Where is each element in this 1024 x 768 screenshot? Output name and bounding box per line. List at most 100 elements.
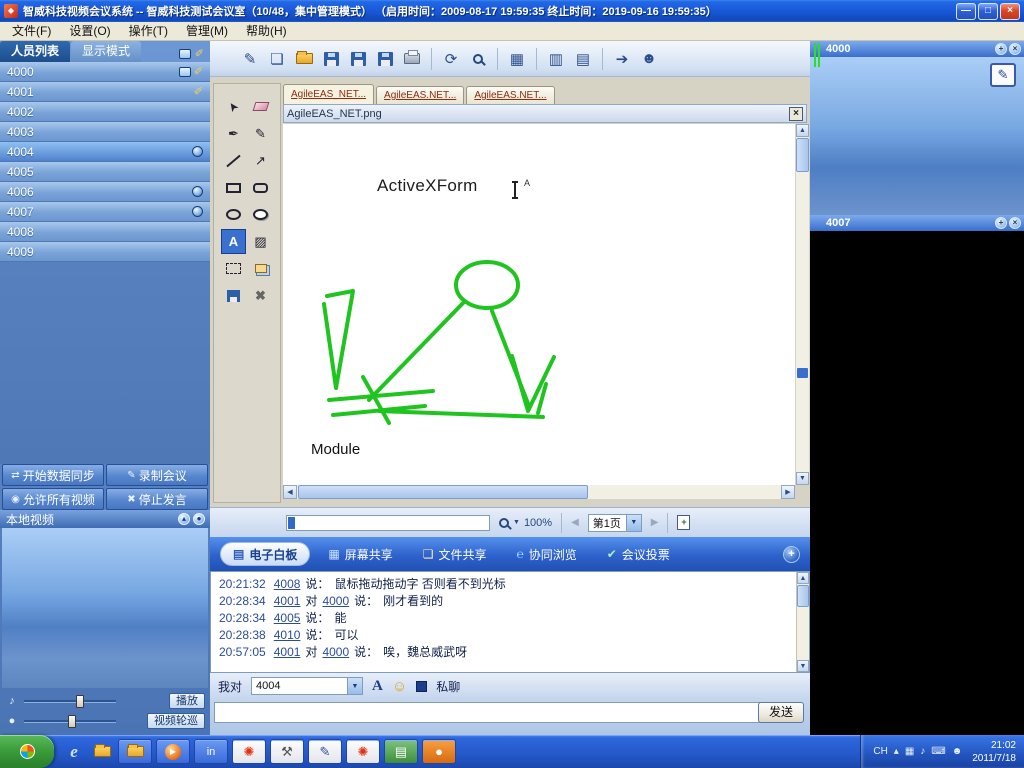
user-row[interactable]: 4002	[0, 102, 210, 122]
doc-tab-2[interactable]: AgileEAS.NET...	[376, 86, 464, 104]
tab-whiteboard[interactable]: ▤电子白板	[220, 542, 310, 566]
doc-tab-3[interactable]: AgileEAS.NET...	[466, 86, 554, 104]
add-page-button[interactable]: +	[677, 515, 690, 530]
taskbar-window-conference2[interactable]: ✺	[346, 739, 380, 764]
chat-user-link[interactable]: 4001	[274, 594, 301, 608]
tab-display-mode[interactable]: 显示模式	[71, 41, 141, 62]
chat-user-link[interactable]: 4010	[274, 628, 301, 642]
chat-user-link[interactable]: 4005	[274, 611, 301, 625]
chat-user-link[interactable]: 4000	[322, 594, 349, 608]
recipient-dropdown-arrow[interactable]: ▼	[347, 678, 362, 694]
folder-quicklaunch-icon[interactable]	[89, 740, 115, 764]
video-close-button[interactable]: ×	[1009, 43, 1021, 55]
canvas-horizontal-scrollbar[interactable]: ◀ ▶	[283, 485, 795, 499]
ellipse-tool[interactable]	[221, 202, 246, 227]
network-icon[interactable]: ▦	[905, 746, 914, 757]
grid-icon[interactable]: ▦	[505, 47, 529, 71]
chat-scrollbar[interactable]: ▲ ▼	[796, 572, 809, 672]
page-select[interactable]: 第1页 ▼	[588, 514, 642, 532]
delete-tool[interactable]: ✖	[248, 283, 273, 308]
page-dropdown-arrow[interactable]: ▼	[626, 515, 641, 531]
chat-scroll-down[interactable]: ▼	[797, 660, 809, 672]
tab-co-browse[interactable]: ℮协同浏览	[505, 542, 589, 566]
user-row[interactable]: 4009	[0, 242, 210, 262]
video-cycle-button[interactable]: 视频轮巡	[147, 713, 205, 729]
menu-file[interactable]: 文件(F)	[3, 22, 60, 40]
taskbar-window-in-app[interactable]: in	[194, 739, 228, 764]
user-row[interactable]: 4007	[0, 202, 210, 222]
zoom-icon[interactable]	[466, 47, 490, 71]
tab-voting[interactable]: ✔会议投票	[595, 542, 682, 566]
taskbar-window-conference[interactable]: ✺	[232, 739, 266, 764]
menu-manage[interactable]: 管理(M)	[177, 22, 237, 40]
pointer-tool[interactable]: ➤	[221, 94, 246, 119]
video-add-button[interactable]: +	[995, 217, 1007, 229]
pin-button[interactable]: ▴	[178, 513, 190, 525]
remote-video-header[interactable]: 4000 + ×	[810, 41, 1024, 57]
vertical-scroll-thumb[interactable]	[796, 138, 809, 172]
video-add-button[interactable]: +	[995, 43, 1007, 55]
screen-icon[interactable]: ▤	[571, 47, 595, 71]
chat-scroll-up[interactable]: ▲	[797, 572, 809, 584]
taskbar-window-explorer[interactable]	[118, 739, 152, 764]
keyboard-icon[interactable]: ⌨	[931, 746, 945, 757]
user-row[interactable]: 4001 ✐	[0, 82, 210, 102]
export-icon[interactable]: ➔	[610, 47, 634, 71]
eraser-tool[interactable]	[248, 94, 273, 119]
next-page-button[interactable]: ▶	[651, 517, 659, 528]
close-file-button[interactable]: ×	[789, 107, 803, 121]
save-as-icon[interactable]	[346, 47, 370, 71]
fill-bucket-tool[interactable]: ▨	[248, 229, 273, 254]
whiteboard-canvas[interactable]: ActiveXForm A Module	[283, 124, 795, 485]
refresh-icon[interactable]: ⟳	[439, 47, 463, 71]
volume-icon[interactable]: ♪	[920, 746, 925, 757]
taskbar-window-media-player[interactable]: ▶	[156, 739, 190, 764]
pencil-tool[interactable]: ✎	[248, 121, 273, 146]
send-button[interactable]: 发送	[758, 702, 804, 723]
panel-layout-icon[interactable]: ▥	[544, 47, 568, 71]
start-data-sync-button[interactable]: ⇄开始数据同步	[2, 464, 104, 486]
save-icon[interactable]	[319, 47, 343, 71]
user-row[interactable]: 4006	[0, 182, 210, 202]
language-indicator[interactable]: CH	[873, 746, 887, 757]
emoticon-button[interactable]: ☺	[392, 678, 407, 695]
chat-scroll-thumb[interactable]	[797, 585, 809, 607]
taskbar-window-notes[interactable]: ▤	[384, 739, 418, 764]
close-button[interactable]: ×	[1000, 3, 1020, 20]
save-all-icon[interactable]	[373, 47, 397, 71]
taskbar-window-tools[interactable]: ⚒	[270, 739, 304, 764]
chat-user-link[interactable]: 4000	[322, 645, 349, 659]
tab-file-share[interactable]: ❏文件共享	[411, 542, 499, 566]
rectangle-tool[interactable]	[221, 175, 246, 200]
taskbar-window-browser[interactable]: ●	[422, 739, 456, 764]
horizontal-scroll-thumb[interactable]	[298, 485, 588, 499]
menu-operate[interactable]: 操作(T)	[120, 22, 177, 40]
chat-recipient-select[interactable]: 4004 ▼	[251, 677, 363, 695]
video-close-button[interactable]: ×	[1009, 217, 1021, 229]
ie-quicklaunch-icon[interactable]: e	[61, 740, 87, 764]
remote-video-header[interactable]: 4007 + ×	[810, 215, 1024, 231]
menu-help[interactable]: 帮助(H)	[237, 22, 296, 40]
allow-all-video-button[interactable]: ◉允许所有视频	[2, 488, 104, 510]
filled-ellipse-tool[interactable]	[248, 202, 273, 227]
canvas-vertical-scrollbar[interactable]: ▲ ▼	[796, 124, 809, 485]
tab-screen-share[interactable]: ▦屏幕共享	[316, 542, 404, 566]
taskbar-window-notepad[interactable]: ✎	[308, 739, 342, 764]
user-status-icon[interactable]: ☻	[952, 746, 963, 757]
participant-screen-icon[interactable]: ☻	[637, 47, 661, 71]
line-tool[interactable]	[221, 148, 246, 173]
user-row[interactable]: 4008	[0, 222, 210, 242]
stop-speaking-button[interactable]: ✖停止发言	[106, 488, 208, 510]
tab-user-list[interactable]: 人员列表	[0, 41, 70, 62]
hide-icons-arrow[interactable]: ▴	[894, 746, 899, 757]
save-image-tool[interactable]	[221, 283, 246, 308]
annotate-pencil-icon[interactable]: ✎	[238, 47, 262, 71]
layout-monitor-icon[interactable]	[179, 49, 191, 59]
detach-button[interactable]: ●	[193, 513, 205, 525]
chat-user-link[interactable]: 4008	[274, 577, 301, 591]
user-row[interactable]: 4003	[0, 122, 210, 142]
user-row-selected[interactable]: 4004	[0, 142, 210, 162]
scroll-left-arrow[interactable]: ◀	[283, 485, 297, 499]
open-file-icon[interactable]	[292, 47, 316, 71]
maximize-button[interactable]: □	[978, 3, 998, 20]
